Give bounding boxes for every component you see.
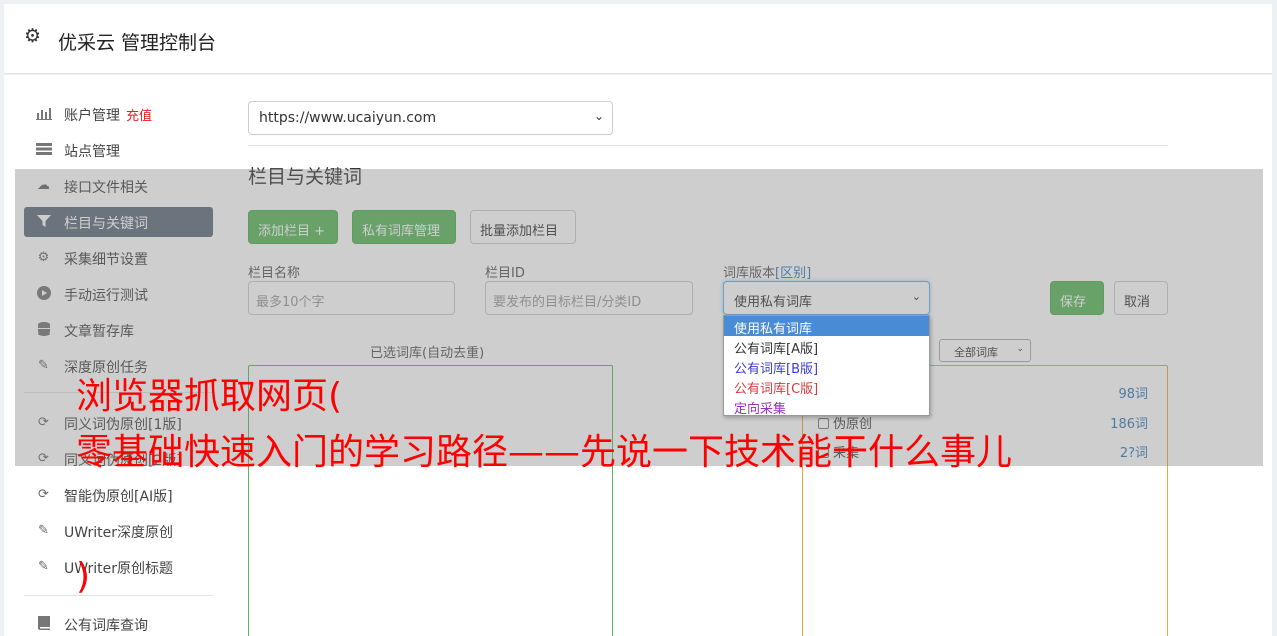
edit-icon: ✎ <box>38 523 49 538</box>
dropdown-option[interactable]: 定向采集 <box>724 396 929 417</box>
chevron-down-icon: ⌄ <box>593 109 604 123</box>
bar-chart-icon <box>35 106 52 122</box>
sidebar-item-uwriter-deep[interactable]: ✎ UWriter深度原创 <box>24 516 213 546</box>
caption-line-2: 零基础快速入门的学习路径——先说一下技术能干什么事儿 <box>76 432 1013 473</box>
sidebar-item-sites[interactable]: 站点管理 <box>24 135 213 165</box>
dropdown-option[interactable]: 公有词库[B版] <box>724 356 929 377</box>
overlay-band <box>15 169 1263 466</box>
refresh-icon: ⟳ <box>38 487 49 502</box>
sidebar-item-account[interactable]: 账户管理 充值 <box>24 99 213 129</box>
sidebar-divider <box>24 595 213 596</box>
sidebar-item-label: UWriter深度原创 <box>64 525 173 541</box>
sidebar-item-label: 公有词库查询 <box>64 618 148 634</box>
lib-version-dropdown[interactable]: 使用私有词库 公有词库[A版] 公有词库[B版] 公有词库[C版] 定向采集 <box>723 315 930 417</box>
sidebar-item-label: 站点管理 <box>64 144 120 160</box>
site-select-value: https://www.ucaiyun.com <box>259 110 437 126</box>
dropdown-option[interactable]: 使用私有词库 <box>724 316 929 337</box>
sidebar-item-ai-rewrite[interactable]: ⟳ 智能伪原创[AI版] <box>24 480 213 510</box>
dropdown-option[interactable]: 公有词库[A版] <box>724 336 929 357</box>
caption-line-3: ) <box>76 556 91 597</box>
site-select[interactable]: https://www.ucaiyun.com ⌄ <box>248 101 613 135</box>
sidebar-item-label: 智能伪原创[AI版] <box>64 489 173 505</box>
server-icon <box>35 142 52 158</box>
book-icon <box>35 616 52 632</box>
sidebar-item-public-lib[interactable]: 公有词库查询 <box>24 609 213 636</box>
app-header: ⚙ 优采云 管理控制台 <box>4 4 1272 74</box>
caption-line-1: 浏览器抓取网页( <box>76 376 343 417</box>
divider <box>248 145 1168 146</box>
app-title: 优采云 管理控制台 <box>58 32 217 54</box>
edit-icon: ✎ <box>38 559 49 574</box>
gear-icon: ⚙ <box>24 25 42 47</box>
sidebar-item-label: 账户管理 <box>64 108 120 124</box>
sidebar-item-uwriter-title[interactable]: ✎ UWriter原创标题 <box>24 552 213 582</box>
recharge-link[interactable]: 充值 <box>126 109 152 124</box>
dropdown-option[interactable]: 公有词库[C版] <box>724 376 929 397</box>
